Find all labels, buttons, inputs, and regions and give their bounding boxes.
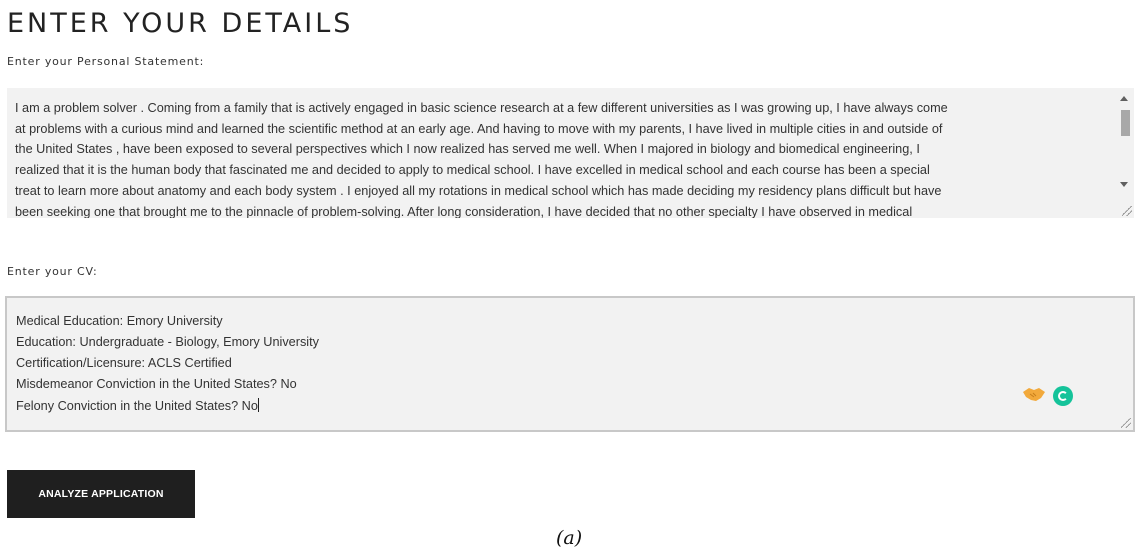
scroll-down-arrow-icon[interactable] xyxy=(1120,182,1128,187)
cv-line: Education: Undergraduate - Biology, Emor… xyxy=(16,335,319,349)
scroll-up-arrow-icon[interactable] xyxy=(1120,96,1128,101)
personal-statement-label: Enter your Personal Statement: xyxy=(7,55,205,68)
handshake-icon[interactable] xyxy=(1022,386,1046,402)
cv-textarea[interactable]: Medical Education: Emory University Educ… xyxy=(5,296,1135,432)
text-caret xyxy=(257,398,259,412)
ps-line: been seeking one that brought me to the … xyxy=(15,204,913,218)
resize-grip-icon[interactable] xyxy=(1121,418,1131,428)
cv-label: Enter your CV: xyxy=(7,265,98,278)
ps-line: realized that it is the human body that … xyxy=(15,163,930,178)
page: ENTER YOUR DETAILS Enter your Personal S… xyxy=(0,0,1148,549)
personal-statement-scrollbar[interactable] xyxy=(1117,88,1134,218)
figure-caption: (a) xyxy=(556,527,583,549)
resize-grip-icon[interactable] xyxy=(1122,206,1132,216)
analyze-application-button[interactable]: ANALYZE APPLICATION xyxy=(7,470,195,518)
personal-statement-textarea[interactable]: I am a problem solver . Coming from a fa… xyxy=(7,88,1134,218)
personal-statement-text: I am a problem solver . Coming from a fa… xyxy=(15,98,1097,218)
page-title: ENTER YOUR DETAILS xyxy=(7,8,354,39)
grammarly-icon[interactable] xyxy=(1053,386,1073,406)
ps-line: at problems with a curious mind and lear… xyxy=(15,121,943,136)
ps-line: I am a problem solver . Coming from a fa… xyxy=(15,101,948,115)
ps-line: treat to learn more about anatomy and ea… xyxy=(15,183,942,198)
cv-line: Felony Conviction in the United States? … xyxy=(16,399,258,413)
cv-line: Misdemeanor Conviction in the United Sta… xyxy=(16,377,297,391)
ps-line: the United States , have been exposed to… xyxy=(15,142,920,157)
scroll-thumb[interactable] xyxy=(1121,110,1130,136)
cv-line: Certification/Licensure: ACLS Certified xyxy=(16,356,232,370)
cv-line-last: Felony Conviction in the United States? … xyxy=(16,398,259,413)
cv-line: Medical Education: Emory University xyxy=(16,314,223,328)
